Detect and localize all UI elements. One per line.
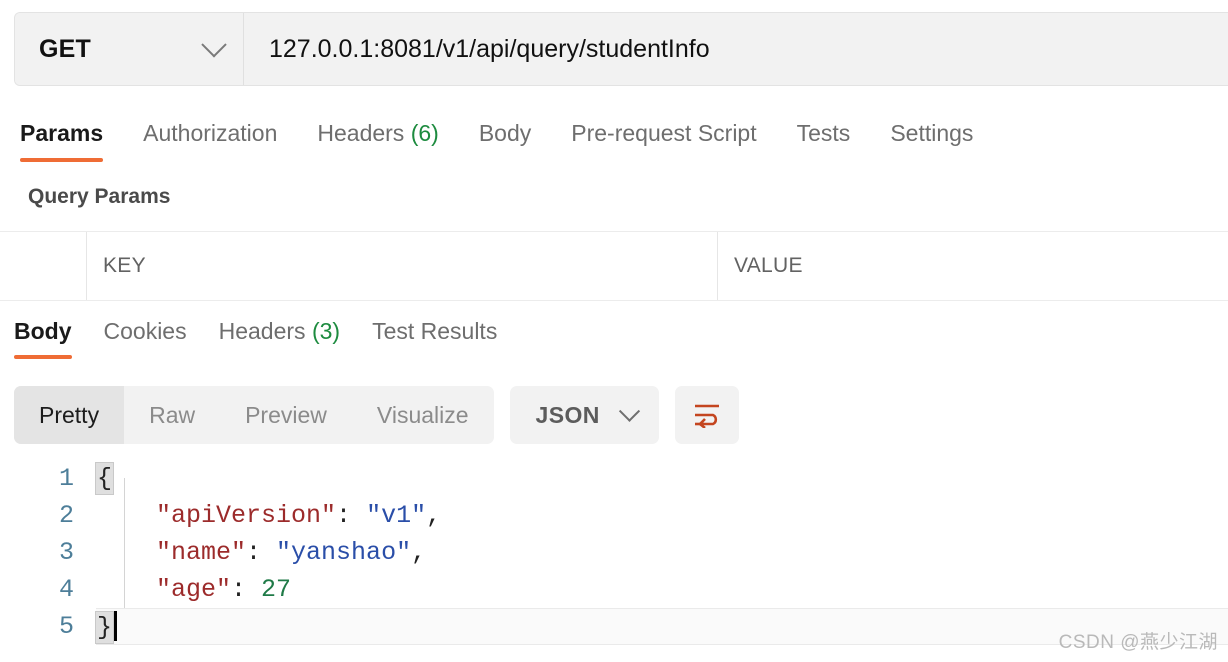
code-content: { [96, 464, 1228, 493]
line-number: 2 [0, 501, 96, 530]
tab-authorization[interactable]: Authorization [143, 96, 277, 165]
json-value: 27 [261, 575, 291, 604]
code-content: "name": "yanshao", [96, 538, 1228, 567]
view-mode-raw-label: Raw [149, 402, 195, 429]
tab-body[interactable]: Body [479, 96, 531, 165]
word-wrap-icon [692, 402, 722, 428]
line-number: 5 [0, 612, 96, 641]
response-tab-cookies[interactable]: Cookies [104, 302, 187, 359]
json-value: "yanshao" [276, 538, 411, 567]
response-tab-test-results-label: Test Results [372, 318, 497, 344]
line-number: 1 [0, 464, 96, 493]
view-mode-preview-label: Preview [245, 402, 327, 429]
column-header-key: KEY [103, 254, 146, 278]
word-wrap-button[interactable] [675, 386, 739, 444]
chevron-down-icon [201, 32, 226, 57]
http-method-label: GET [39, 35, 91, 64]
line-number: 3 [0, 538, 96, 567]
tab-pre-request-script[interactable]: Pre-request Script [571, 96, 756, 165]
json-close-brace: } [96, 612, 113, 643]
response-tab-body[interactable]: Body [14, 302, 72, 359]
code-line: 2 "apiVersion": "v1", [0, 497, 1228, 534]
tab-params[interactable]: Params [20, 96, 103, 165]
response-format-label: JSON [536, 402, 600, 429]
code-content: "apiVersion": "v1", [96, 501, 1228, 530]
request-url-bar: GET 127.0.0.1:8081/v1/api/query/studentI… [0, 0, 1228, 96]
response-tab-cookies-label: Cookies [104, 318, 187, 344]
request-url-bar-inner: GET 127.0.0.1:8081/v1/api/query/studentI… [14, 12, 1228, 86]
tab-settings[interactable]: Settings [890, 96, 973, 165]
http-method-select[interactable]: GET [15, 13, 244, 85]
json-comma: , [411, 538, 426, 567]
view-mode-pretty[interactable]: Pretty [14, 386, 124, 444]
tab-body-label: Body [479, 120, 531, 146]
column-header-value: VALUE [734, 254, 803, 278]
query-params-table: KEY VALUE [0, 231, 1228, 301]
chevron-down-icon [619, 400, 640, 421]
response-tab-headers-label: Headers [219, 318, 306, 344]
tab-headers-label: Headers [317, 120, 404, 146]
request-url-input[interactable]: 127.0.0.1:8081/v1/api/query/studentInfo [244, 13, 1228, 85]
code-line: 3 "name": "yanshao", [0, 534, 1228, 571]
response-tab-test-results[interactable]: Test Results [372, 302, 497, 359]
view-mode-pretty-label: Pretty [39, 402, 99, 429]
response-body-editor[interactable]: 1 { 2 "apiVersion": "v1", 3 "name": "yan… [0, 460, 1228, 662]
query-params-key-column: KEY [87, 232, 718, 300]
json-value: "v1" [366, 501, 426, 530]
tab-headers[interactable]: Headers (6) [317, 96, 438, 165]
query-params-value-column: VALUE [718, 232, 1228, 300]
query-params-title: Query Params [28, 185, 170, 209]
response-format-select[interactable]: JSON [510, 386, 659, 444]
query-params-select-column[interactable] [0, 232, 87, 300]
response-view-toolbar: Pretty Raw Preview Visualize JSON [14, 386, 739, 444]
json-key: "apiVersion" [156, 501, 336, 530]
tab-pre-request-script-label: Pre-request Script [571, 120, 756, 146]
code-line-active: 5 } [0, 608, 1228, 645]
json-comma: , [426, 501, 441, 530]
view-mode-visualize-label: Visualize [377, 402, 469, 429]
json-colon: : [231, 575, 261, 604]
tab-authorization-label: Authorization [143, 120, 277, 146]
code-content: "age": 27 [96, 575, 1228, 604]
view-mode-visualize[interactable]: Visualize [352, 386, 494, 444]
response-tab-body-label: Body [14, 318, 72, 344]
json-key: "name" [156, 538, 246, 567]
request-tab-bar: Params Authorization Headers (6) Body Pr… [0, 96, 1228, 168]
view-mode-raw[interactable]: Raw [124, 386, 220, 444]
json-key: "age" [156, 575, 231, 604]
tab-settings-label: Settings [890, 120, 973, 146]
response-tab-headers-count: (3) [312, 318, 340, 344]
response-view-mode-group: Pretty Raw Preview Visualize [14, 386, 494, 444]
code-line: 1 { [0, 460, 1228, 497]
json-colon: : [336, 501, 366, 530]
tab-tests-label: Tests [797, 120, 851, 146]
line-number: 4 [0, 575, 96, 604]
watermark: CSDN @燕少江湖 [1059, 627, 1218, 654]
tab-params-label: Params [20, 120, 103, 146]
response-tab-bar: Body Cookies Headers (3) Test Results [0, 302, 1228, 370]
json-colon: : [246, 538, 276, 567]
tab-headers-count: (6) [411, 120, 439, 146]
text-cursor [113, 611, 117, 641]
code-line: 4 "age": 27 [0, 571, 1228, 608]
json-open-brace: { [96, 463, 113, 494]
response-tab-headers[interactable]: Headers (3) [219, 302, 340, 359]
tab-tests[interactable]: Tests [797, 96, 851, 165]
view-mode-preview[interactable]: Preview [220, 386, 352, 444]
